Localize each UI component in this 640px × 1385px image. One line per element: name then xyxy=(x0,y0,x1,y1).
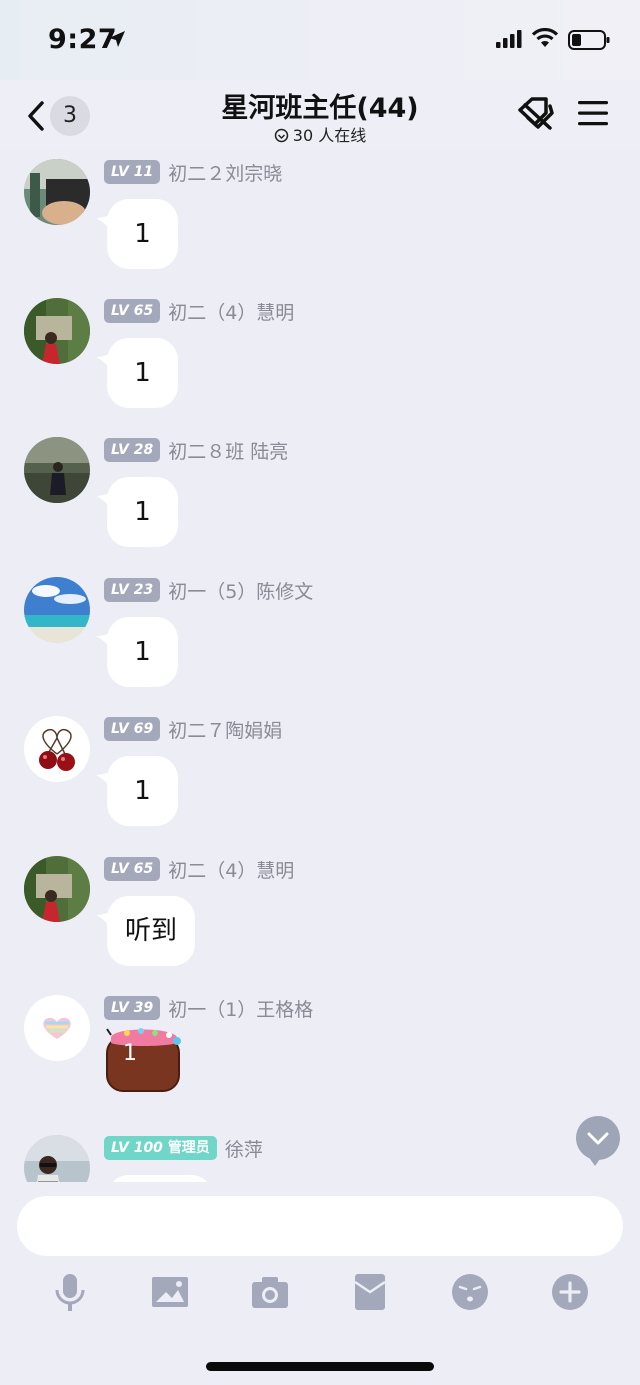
sender-name[interactable]: 初二２刘宗晓 xyxy=(168,159,282,186)
jar-sticker-icon xyxy=(106,1028,181,1092)
image-icon[interactable] xyxy=(150,1272,190,1312)
level-badge: LV 39 xyxy=(104,996,161,1020)
message-meta: LV 69 初二７陶娟娟 xyxy=(104,716,282,742)
composer xyxy=(0,1182,640,1385)
home-indicator[interactable] xyxy=(206,1362,434,1371)
avatar[interactable] xyxy=(24,577,90,643)
plus-icon[interactable] xyxy=(550,1272,590,1312)
message-bubble[interactable]: 1 xyxy=(107,477,178,547)
message-item: LV 65 初二（4）慧明 听到 xyxy=(0,847,640,986)
status-bar: 9:27 xyxy=(0,0,640,80)
online-indicator-icon xyxy=(274,128,289,143)
message-meta: LV 100 管理员 徐萍 xyxy=(104,1135,263,1161)
battery-icon xyxy=(568,30,610,50)
microphone-icon[interactable] xyxy=(50,1272,90,1312)
menu-icon[interactable] xyxy=(578,100,608,126)
chat-header: 3 星河班主任(44) 30 人在线 xyxy=(0,80,640,150)
avatar[interactable] xyxy=(24,856,90,922)
sticker-message[interactable]: 1 xyxy=(105,1021,181,1093)
emoji-icon[interactable] xyxy=(450,1272,490,1312)
level-badge: LV 65 xyxy=(104,299,161,323)
group-tag-icon[interactable] xyxy=(516,96,556,132)
level-badge: LV 65 xyxy=(104,857,161,881)
avatar[interactable] xyxy=(24,716,90,782)
message-item: LV 100 管理员 徐萍 xyxy=(0,1126,640,1182)
sender-name[interactable]: 初一（5）陈修文 xyxy=(168,577,313,604)
message-meta: LV 11 初二２刘宗晓 xyxy=(104,159,282,185)
sender-name[interactable]: 初一（1）王格格 xyxy=(168,995,313,1022)
message-bubble[interactable]: 听到 xyxy=(107,896,196,966)
scroll-to-bottom-button[interactable] xyxy=(576,1116,620,1166)
message-bubble[interactable]: 1 xyxy=(107,338,178,408)
level-badge: LV 28 xyxy=(104,438,161,462)
message-meta: LV 39 初一（1）王格格 xyxy=(104,995,313,1021)
button-tail xyxy=(588,1156,602,1166)
camera-icon[interactable] xyxy=(250,1272,290,1312)
location-arrow-icon xyxy=(109,31,125,47)
message-meta: LV 65 初二（4）慧明 xyxy=(104,298,294,324)
message-item: LV 65 初二（4）慧明 1 xyxy=(0,289,640,428)
message-bubble[interactable]: 1 xyxy=(107,756,178,826)
message-item: LV 11 初二２刘宗晓 1 xyxy=(0,150,640,289)
message-item: LV 39 初一（1）王格格 1 xyxy=(0,986,640,1125)
message-meta: LV 28 初二８班 陆亮 xyxy=(104,437,288,463)
sender-name[interactable]: 初二７陶娟娟 xyxy=(168,716,282,743)
message-meta: LV 65 初二（4）慧明 xyxy=(104,856,294,882)
level-badge: LV 23 xyxy=(104,578,161,602)
message-item: LV 23 初一（5）陈修文 1 xyxy=(0,568,640,707)
message-item: LV 28 初二８班 陆亮 1 xyxy=(0,428,640,567)
message-list[interactable]: LV 11 初二２刘宗晓 1 LV 65 初二（4）慧明 1 LV 28 初二８… xyxy=(0,150,640,1182)
message-bubble[interactable] xyxy=(107,1175,213,1182)
sender-name[interactable]: 初二（4）慧明 xyxy=(168,856,294,883)
message-bubble[interactable]: 1 xyxy=(107,617,178,687)
red-packet-icon[interactable] xyxy=(350,1272,390,1312)
level-number: LV 100 xyxy=(111,1140,163,1156)
avatar[interactable] xyxy=(24,995,90,1061)
avatar[interactable] xyxy=(24,159,90,225)
avatar[interactable] xyxy=(24,298,90,364)
sender-name[interactable]: 初二８班 陆亮 xyxy=(168,437,288,464)
sender-name[interactable]: 徐萍 xyxy=(225,1135,263,1162)
status-time: 9:27 xyxy=(48,24,118,55)
sticker-text: 1 xyxy=(123,1041,137,1066)
message-item: LV 69 初二７陶娟娟 1 xyxy=(0,707,640,846)
online-count-text: 30 人在线 xyxy=(292,126,367,145)
level-badge: LV 11 xyxy=(104,160,161,184)
message-input[interactable] xyxy=(17,1196,623,1256)
wifi-icon xyxy=(531,28,559,47)
avatar[interactable] xyxy=(24,437,90,503)
admin-role-label: 管理员 xyxy=(167,1140,210,1156)
message-bubble[interactable]: 1 xyxy=(107,199,178,269)
message-meta: LV 23 初一（5）陈修文 xyxy=(104,577,313,603)
sender-name[interactable]: 初二（4）慧明 xyxy=(168,298,294,325)
admin-level-badge: LV 100 管理员 xyxy=(104,1136,217,1160)
cellular-signal-icon xyxy=(496,30,522,48)
chevron-down-icon xyxy=(587,1132,609,1145)
level-badge: LV 69 xyxy=(104,717,161,741)
avatar[interactable] xyxy=(24,1135,90,1182)
